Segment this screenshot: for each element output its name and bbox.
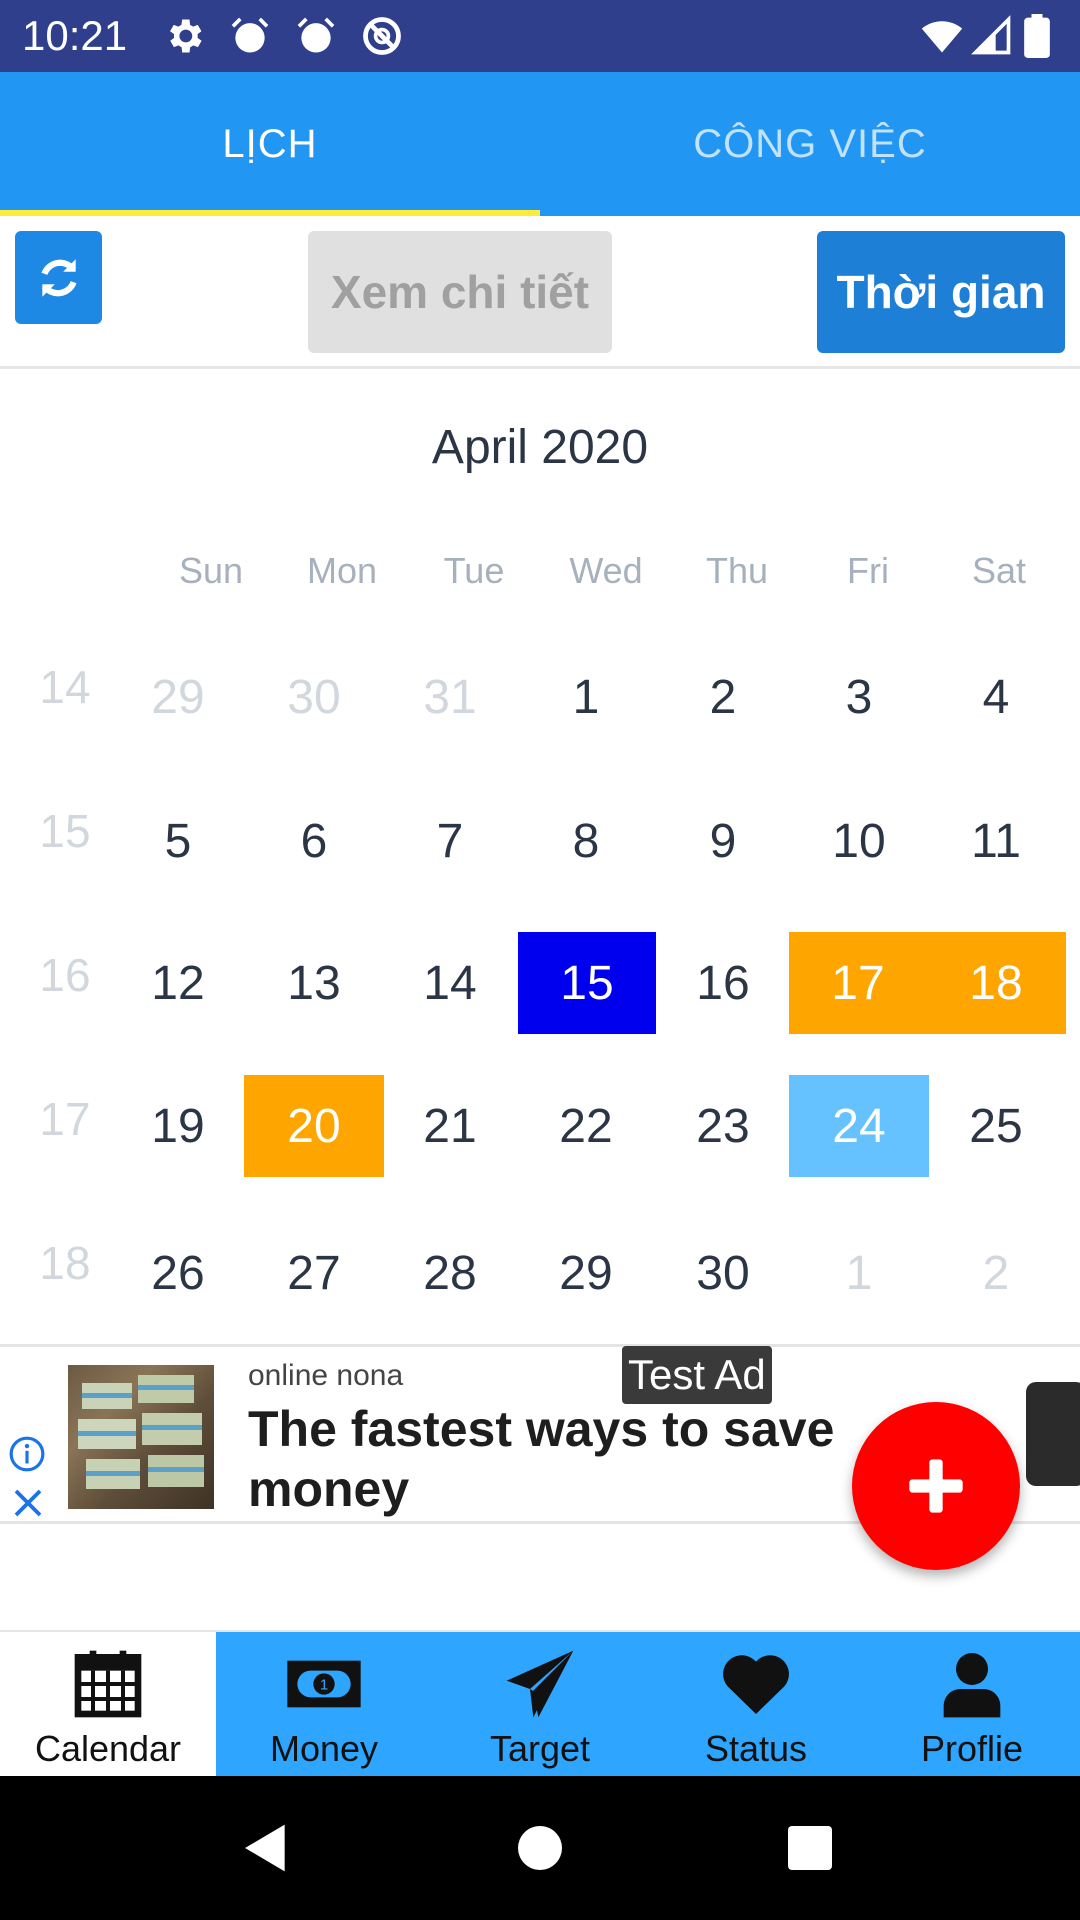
calendar-day[interactable]: 23 (655, 1075, 791, 1177)
week-number: 17 (39, 1093, 91, 1145)
calendar-day[interactable]: 16 (655, 932, 791, 1034)
plus-icon (909, 1459, 963, 1513)
calendar-day[interactable]: 5 (110, 790, 246, 892)
calendar-icon (74, 1650, 142, 1718)
nav-label: Status (704, 1728, 808, 1769)
tab-cong-viec[interactable]: CÔNG VIỆC (540, 72, 1080, 216)
calendar-day[interactable]: 4 (928, 646, 1064, 748)
home-icon (518, 1826, 562, 1870)
status-time: 10:21 (22, 12, 128, 59)
calendar-day[interactable]: 13 (246, 932, 382, 1034)
status-bar: 10:21 (0, 0, 1080, 72)
calendar-day[interactable]: 7 (382, 790, 518, 892)
do-not-disturb-icon (360, 14, 404, 58)
nav-money[interactable]: 1 Money (216, 1632, 432, 1778)
recents-button[interactable] (750, 1776, 870, 1920)
battery-icon (1024, 14, 1058, 58)
refresh-icon (40, 258, 77, 297)
calendar-day[interactable]: 30 (655, 1222, 791, 1324)
weekday-header: Mon (306, 550, 378, 591)
week-number: 18 (39, 1237, 91, 1289)
calendar-day[interactable]: 2 (655, 646, 791, 748)
weekday-header: Wed (569, 550, 643, 591)
signal-icon (970, 14, 1014, 58)
system-navigation-bar (0, 1776, 1080, 1920)
calendar-day[interactable]: 28 (382, 1222, 518, 1324)
calendar-day-selected[interactable]: 24 (789, 1075, 929, 1177)
back-icon (245, 1824, 285, 1872)
calendar-day-today[interactable]: 15 (518, 932, 656, 1034)
bottom-navigation: Calendar 1 Money Target Status Proflie (0, 1630, 1080, 1778)
weekday-header: Fri (847, 550, 889, 591)
wifi-icon (920, 14, 964, 58)
nav-label: Calendar (34, 1728, 182, 1769)
home-button[interactable] (480, 1776, 600, 1920)
svg-text:1: 1 (320, 1676, 328, 1693)
calendar-day[interactable]: 14 (382, 932, 518, 1034)
calendar-day[interactable]: 22 (518, 1075, 654, 1177)
time-button[interactable]: Thời gian (817, 231, 1065, 353)
calendar-day[interactable]: 8 (518, 790, 654, 892)
nav-profile[interactable]: Proflie (864, 1632, 1080, 1778)
calendar-day[interactable]: 27 (246, 1222, 382, 1324)
gear-icon (162, 14, 206, 58)
recents-icon (788, 1826, 832, 1870)
top-tab-bar: LỊCH CÔNG VIỆC (0, 72, 1080, 216)
add-fab-button[interactable] (852, 1402, 1020, 1570)
refresh-button[interactable] (15, 231, 102, 324)
tab-lich[interactable]: LỊCH (0, 72, 540, 216)
calendar-day[interactable]: 2 (928, 1222, 1064, 1324)
ad-image[interactable] (68, 1365, 214, 1509)
calendar-day-event[interactable]: 17 (789, 932, 927, 1034)
calendar-day-event[interactable]: 18 (926, 932, 1066, 1034)
back-button[interactable] (206, 1776, 326, 1920)
nav-calendar[interactable]: Calendar (0, 1632, 216, 1778)
calendar-day[interactable]: 6 (246, 790, 382, 892)
view-detail-button[interactable]: Xem chi tiết (308, 231, 612, 353)
calendar-day-event[interactable]: 20 (244, 1075, 384, 1177)
calendar-day[interactable]: 19 (110, 1075, 246, 1177)
nav-target[interactable]: Target (432, 1632, 648, 1778)
divider (0, 366, 1080, 369)
calendar-day[interactable]: 31 (382, 646, 518, 748)
calendar-day[interactable]: 21 (382, 1075, 518, 1177)
alarm-icon (228, 14, 272, 58)
ad-source: online nona (248, 1359, 404, 1392)
week-number: 14 (39, 661, 91, 713)
calendar-day[interactable]: 1 (518, 646, 654, 748)
weekday-header: Sun (178, 550, 244, 591)
calendar-day[interactable]: 25 (928, 1075, 1064, 1177)
test-ad-badge: Test Ad (622, 1346, 772, 1404)
weekday-header: Sat (971, 550, 1027, 591)
heart-icon (723, 1655, 789, 1714)
calendar-day[interactable]: 29 (110, 646, 246, 748)
nav-label: Money (269, 1728, 379, 1769)
ad-side-handle[interactable] (1026, 1382, 1080, 1486)
paper-plane-icon (506, 1650, 574, 1718)
info-icon[interactable] (8, 1435, 46, 1473)
nav-label: Proflie (920, 1728, 1024, 1769)
calendar-day[interactable]: 11 (928, 790, 1064, 892)
calendar-day[interactable]: 26 (110, 1222, 246, 1324)
week-number: 16 (39, 949, 91, 1001)
calendar-day[interactable]: 1 (791, 1222, 927, 1324)
close-icon[interactable] (10, 1485, 46, 1521)
week-number: 15 (39, 805, 91, 857)
calendar-day[interactable]: 10 (791, 790, 927, 892)
calendar-toolbar: Xem chi tiết Thời gian (0, 216, 1080, 370)
weekday-header: Tue (443, 550, 505, 591)
nav-label: Target (489, 1728, 591, 1769)
month-title: April 2020 (431, 421, 649, 474)
calendar-day[interactable]: 3 (791, 646, 927, 748)
calendar-day[interactable]: 9 (655, 790, 791, 892)
nav-status[interactable]: Status (648, 1632, 864, 1778)
calendar-day[interactable]: 29 (518, 1222, 654, 1324)
person-icon (943, 1653, 1001, 1718)
calendar-day[interactable]: 30 (246, 646, 382, 748)
alarm-icon (294, 14, 338, 58)
ad-headline[interactable]: The fastest ways to save money (248, 1399, 868, 1519)
calendar-day[interactable]: 12 (110, 932, 246, 1034)
money-icon: 1 (287, 1660, 361, 1708)
weekday-header: Thu (705, 550, 769, 591)
